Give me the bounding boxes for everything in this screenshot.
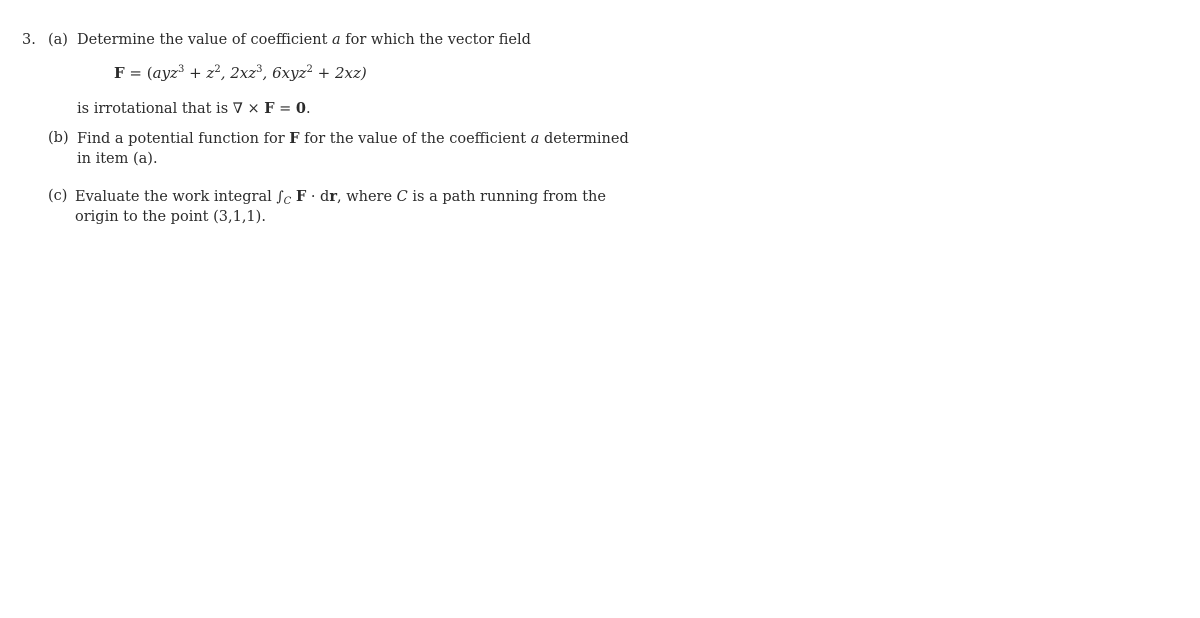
part-c-label: (c) xyxy=(48,188,68,204)
vector-field-formula: F = (ayz3 + z2, 2xz3, 6xyz2 + 2xz) xyxy=(114,64,367,82)
irrotational-condition: is irrotational that is ∇ × F = 0. xyxy=(77,100,311,117)
part-b-line2: in item (a). xyxy=(77,151,158,167)
part-c-line1: Evaluate the work integral ∫C F · dr, wh… xyxy=(75,188,606,207)
part-b-line1: Find a potential function for F for the … xyxy=(77,130,629,147)
part-a-statement: Determine the value of coefficient a for… xyxy=(77,32,531,48)
part-b-label: (b) xyxy=(48,130,69,146)
integral-sign: ∫ xyxy=(276,189,284,205)
part-c-line2: origin to the point (3,1,1). xyxy=(75,209,266,225)
coefficient-a: a xyxy=(332,32,341,48)
problem-number: 3. xyxy=(22,32,36,48)
part-a-label: (a) xyxy=(48,32,68,48)
